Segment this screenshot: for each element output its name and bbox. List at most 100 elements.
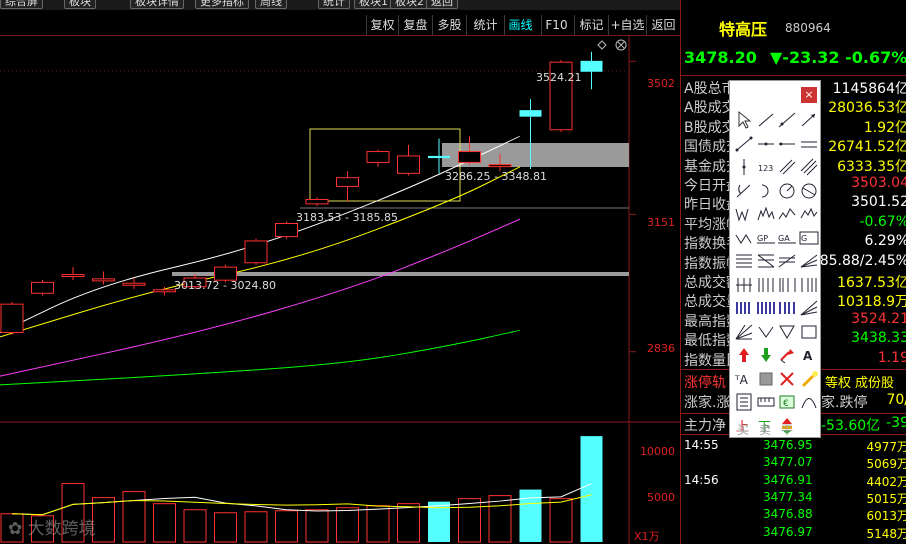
restore-rights-button[interactable]: 复权 xyxy=(366,15,398,35)
parallel-icon[interactable] xyxy=(798,133,820,155)
cursor-icon[interactable] xyxy=(733,109,755,131)
diamond-icon[interactable] xyxy=(597,40,607,50)
top-button-2[interactable]: 板块 xyxy=(64,0,96,9)
down-arrow-icon[interactable] xyxy=(755,344,777,366)
top-button-7[interactable]: 板块1 xyxy=(354,0,393,9)
replay-button[interactable]: 复盘 xyxy=(398,15,432,35)
kline-chart[interactable]: 3524.21 3286.25 - 3348.81 3183.53 - 3185… xyxy=(0,36,680,544)
top-button-6[interactable]: 统计 xyxy=(318,0,350,9)
ga-icon[interactable]: GA xyxy=(776,227,798,249)
tick-row: 3477.07 5069万 xyxy=(681,455,906,471)
candle-body xyxy=(366,151,390,163)
cycle2-icon[interactable] xyxy=(755,274,777,296)
drawing-tool-palette: × 123 GP GA G AᵀA € 上下 买 卖 平 xyxy=(729,80,821,438)
text2-icon[interactable]: ᵀA xyxy=(733,368,755,390)
draw-line-button[interactable]: 画线 xyxy=(504,15,536,35)
horizontal-ray-icon[interactable] xyxy=(776,133,798,155)
cycle-icon[interactable] xyxy=(733,274,755,296)
wave-icon[interactable] xyxy=(733,203,755,225)
text-icon[interactable]: A xyxy=(798,344,820,366)
top-button-1[interactable]: 综合屏 xyxy=(0,0,43,9)
top-button-9[interactable]: 返回 xyxy=(426,0,458,9)
line-icon[interactable] xyxy=(776,109,798,131)
gc-icon[interactable]: G xyxy=(798,227,820,249)
delete-icon[interactable] xyxy=(776,368,798,390)
top-button-5[interactable]: 周线 xyxy=(255,0,287,9)
watermark-text: 大数跨境 xyxy=(27,519,96,539)
parallel-channel-icon[interactable] xyxy=(798,156,820,178)
candles xyxy=(0,51,603,335)
stat-value: 28036.53亿 xyxy=(828,100,906,117)
close-palette-button[interactable]: × xyxy=(801,87,817,103)
stat-value: 6.29% xyxy=(864,233,906,250)
svg-text:123: 123 xyxy=(758,164,773,173)
bars2-icon[interactable] xyxy=(755,297,777,319)
svg-text:€: € xyxy=(783,399,789,409)
bars-icon[interactable] xyxy=(733,297,755,319)
multi-stock-button[interactable]: 多股 xyxy=(432,15,466,35)
volume-bar xyxy=(397,503,420,543)
top-button-3[interactable]: 板块详情 xyxy=(130,0,184,9)
vertical-line-icon[interactable] xyxy=(733,156,755,178)
tab-equal-weight[interactable]: 等权 xyxy=(825,372,851,391)
arrow-line-icon[interactable] xyxy=(733,133,755,155)
fib3-icon[interactable] xyxy=(776,250,798,272)
wave5-icon[interactable] xyxy=(733,227,755,249)
volume-bar xyxy=(305,509,329,543)
wave4-icon[interactable] xyxy=(798,203,820,225)
channel-icon[interactable] xyxy=(776,156,798,178)
top-button-8[interactable]: 板块2 xyxy=(390,0,429,9)
chart-grid xyxy=(0,36,680,544)
wave2-icon[interactable] xyxy=(755,203,777,225)
screenshot-icon[interactable]: € xyxy=(776,391,798,413)
horizontal-line-icon[interactable] xyxy=(755,133,777,155)
updown-value: 70/ xyxy=(886,392,906,408)
gann-icon[interactable] xyxy=(798,297,820,319)
candle-body xyxy=(61,274,85,278)
fan-icon[interactable] xyxy=(733,321,755,343)
fib2-icon[interactable] xyxy=(755,250,777,272)
fib-icon[interactable] xyxy=(733,250,755,272)
arch-icon[interactable] xyxy=(798,391,820,413)
gp-icon[interactable]: GP xyxy=(755,227,777,249)
statistics-button[interactable]: 统计 xyxy=(466,15,504,35)
tick-row: 14:55 3476.95 4977万 xyxy=(681,438,906,454)
tab-limit-up[interactable]: 涨停轨 xyxy=(684,372,726,392)
doc-icon[interactable] xyxy=(733,391,755,413)
volume-bar xyxy=(244,511,268,543)
number-icon[interactable]: 123 xyxy=(755,156,777,178)
mark-button[interactable]: 标记 xyxy=(574,15,608,35)
add-watchlist-button[interactable]: +自选 xyxy=(608,15,646,35)
candle-body xyxy=(275,223,298,238)
wave3-icon[interactable] xyxy=(776,203,798,225)
box-icon[interactable] xyxy=(755,368,777,390)
top-button-4[interactable]: 更多指标 xyxy=(195,0,249,9)
fib4-icon[interactable] xyxy=(798,250,820,272)
ruler-icon[interactable] xyxy=(755,391,777,413)
cycle3-icon[interactable] xyxy=(776,274,798,296)
up-arrow-icon[interactable] xyxy=(733,344,755,366)
back-button[interactable]: 返回 xyxy=(646,15,680,35)
arc-icon[interactable] xyxy=(733,180,755,202)
flag-icon[interactable] xyxy=(776,344,798,366)
ray-icon[interactable] xyxy=(798,109,820,131)
chart-toolbar: 复权 复盘 多股 统计 画线 F10 标记 +自选 返回 xyxy=(0,14,680,36)
circle-icon[interactable] xyxy=(776,180,798,202)
selection-box[interactable] xyxy=(309,128,461,202)
line-segment-icon[interactable] xyxy=(755,109,777,131)
rect-icon[interactable] xyxy=(798,321,820,343)
volume-ma5-line xyxy=(11,483,592,516)
bars3-icon[interactable] xyxy=(776,297,798,319)
tick-price: 3476.88 xyxy=(763,507,813,522)
cycle4-icon[interactable] xyxy=(798,274,820,296)
f10-button[interactable]: F10 xyxy=(541,15,571,35)
cross-icon[interactable] xyxy=(615,39,627,51)
brush-icon[interactable] xyxy=(798,368,820,390)
price-tick-3151: 3151 xyxy=(647,216,675,229)
ellipse-icon[interactable] xyxy=(798,180,820,202)
triangle-icon[interactable] xyxy=(776,321,798,343)
svg-text:GA: GA xyxy=(778,234,790,243)
v-icon[interactable] xyxy=(755,321,777,343)
circle-arc-icon[interactable] xyxy=(755,180,777,202)
tab-components[interactable]: 成份股 xyxy=(855,372,894,391)
